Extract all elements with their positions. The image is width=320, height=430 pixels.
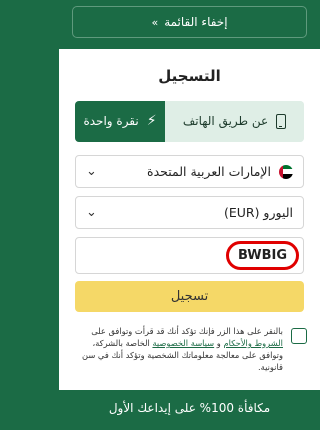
registration-panel: التسجيل عن طريق الهاتف ⚡ نقرة واحدة الإم… <box>59 49 320 390</box>
currency-value: اليورو (EUR) <box>223 205 293 220</box>
consent-checkbox[interactable] <box>291 328 307 344</box>
consent-text: بالنقر على هذا الزر فإنك تؤكد أنك قد قرأ… <box>82 326 283 372</box>
form-title: التسجيل <box>158 67 221 85</box>
double-chevron-icon: » <box>151 15 159 29</box>
country-select[interactable]: الإمارات العربية المتحدة ⌄ <box>75 155 304 188</box>
chevron-down-icon: ⌄ <box>86 164 97 179</box>
tab-one-click-label: نقرة واحدة <box>83 114 139 128</box>
tab-phone-label: عن طريق الهاتف <box>182 114 269 128</box>
promo-code-value: BWBIG <box>226 241 299 270</box>
tab-phone[interactable]: عن طريق الهاتف <box>165 101 304 142</box>
privacy-link[interactable]: سياسة الخصوصية <box>152 338 214 348</box>
tab-one-click[interactable]: ⚡ نقرة واحدة <box>75 101 165 142</box>
lightning-bolt-icon: ⚡ <box>146 113 157 129</box>
first-deposit-bonus-banner: مكافأة 100% على إيداعك الأول <box>108 401 271 415</box>
hide-menu-label: إخفاء القائمة <box>164 15 228 29</box>
chevron-down-icon: ⌄ <box>86 205 97 220</box>
registration-method-tabs: عن طريق الهاتف ⚡ نقرة واحدة <box>75 101 304 142</box>
consent-row: بالنقر على هذا الزر فإنك تؤكد أنك قد قرأ… <box>73 325 307 373</box>
promo-code-input[interactable]: BWBIG <box>75 237 304 274</box>
phone-icon <box>276 114 287 129</box>
currency-select[interactable]: اليورو (EUR) ⌄ <box>75 196 304 229</box>
register-button[interactable]: تسجيل <box>75 281 304 312</box>
uae-flag-icon <box>279 164 293 179</box>
registration-sidebar: إخفاء القائمة » التسجيل عن طريق الهاتف ⚡… <box>59 0 320 430</box>
country-value: الإمارات العربية المتحدة <box>147 164 271 179</box>
terms-link[interactable]: الشروط والأحكام <box>223 338 283 348</box>
hide-menu-button[interactable]: إخفاء القائمة » <box>72 6 307 38</box>
